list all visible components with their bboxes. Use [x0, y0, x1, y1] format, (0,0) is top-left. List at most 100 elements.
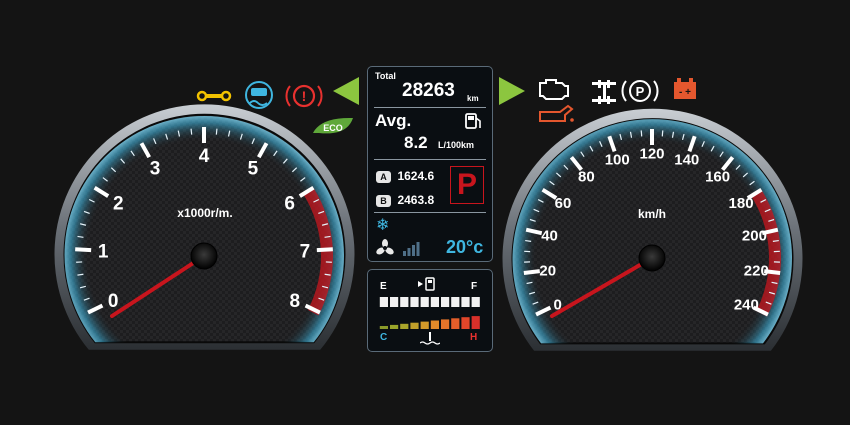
fuel-level-bar: [379, 297, 480, 307]
tick-label: 6: [284, 193, 295, 214]
fuel-pump-icon: [465, 112, 483, 135]
trip-a-badge: A: [376, 171, 391, 183]
cabin-temperature: 20°c: [446, 237, 484, 257]
coolant-temp-icon: [419, 332, 441, 351]
brake-warning-icon: !: [285, 84, 323, 108]
tachometer: 0 1 2 3 4 5 6 7 8 x1000r/m.: [54, 104, 355, 350]
average-consumption-unit: L/100km: [438, 140, 475, 150]
left-turn-signal-icon: [333, 77, 359, 105]
tick-label: 5: [248, 159, 259, 180]
tick-label: 80: [578, 168, 595, 185]
fuel-full-label: F: [471, 281, 478, 292]
fuel-segment: [451, 297, 460, 307]
temp-segment: [461, 317, 470, 329]
trip-b-badge: B: [376, 195, 391, 207]
tick-label: 4: [199, 146, 210, 167]
tick-label: 1: [98, 242, 109, 263]
trip-computer-panel: Total 28263 km Avg. 8.2 L/100km A 1624.6…: [367, 66, 493, 262]
separator: [374, 107, 486, 108]
temp-segment: [410, 322, 419, 329]
separator: [374, 159, 486, 160]
tick-label: 220: [744, 263, 769, 280]
fuel-segment: [390, 297, 399, 307]
tick-label: 60: [555, 195, 572, 212]
tick-label: 160: [705, 168, 730, 185]
trip-b-row: B 2463.8: [376, 191, 434, 209]
temp-cold-label: C: [380, 332, 388, 343]
minor-tick: [525, 239, 532, 242]
temp-segment: [430, 320, 439, 329]
tick-label: 2: [113, 193, 124, 214]
tick-label: 180: [729, 195, 754, 212]
right-turn-signal-icon: [499, 77, 525, 105]
speedometer-hub: [638, 244, 666, 272]
temp-segment: [420, 321, 429, 329]
tick-label: 7: [300, 242, 311, 263]
svg-text:ECO: ECO: [323, 123, 343, 133]
odometer-total-value: 28263: [402, 80, 455, 101]
fuel-segment: [420, 297, 429, 307]
major-tick: [75, 247, 92, 253]
fuel-segment: [430, 297, 439, 307]
minor-tick: [661, 130, 664, 137]
tick-label: 120: [639, 145, 664, 162]
four-wheel-drive-icon: [592, 80, 616, 104]
coolant-temp-bar: [379, 316, 480, 329]
temp-segment: [471, 316, 480, 329]
svg-text:P: P: [636, 84, 645, 99]
fuel-segment: [461, 297, 470, 307]
engine-check-icon: [539, 79, 569, 100]
tachometer-unit: x1000r/m.: [177, 206, 232, 220]
minor-tick: [640, 130, 643, 137]
separator: [374, 212, 486, 213]
tick-label: 0: [108, 291, 119, 312]
battery-icon: - +: [674, 78, 696, 99]
temp-hot-label: H: [470, 332, 478, 343]
tick-label: 140: [674, 151, 699, 168]
fuel-segment: [471, 297, 480, 307]
average-consumption-value: 8.2: [404, 133, 428, 152]
wrench-icon: [196, 90, 232, 102]
traction-control-icon: [245, 81, 273, 109]
average-label: Avg.: [375, 111, 412, 130]
fuel-segment: [379, 297, 388, 307]
fan-icon: [376, 239, 394, 262]
fuel-segment: [400, 297, 409, 307]
tachometer-hub: [190, 242, 218, 270]
svg-text:- +: - +: [679, 87, 691, 98]
speedometer-unit: km/h: [638, 207, 666, 221]
fuel-segment: [410, 297, 419, 307]
temp-segment: [441, 319, 450, 329]
svg-text:!: !: [302, 88, 307, 104]
fan-speed-bars: [403, 242, 423, 261]
tick-label: 40: [541, 227, 558, 244]
temp-segment: [390, 324, 399, 329]
major-tick: [316, 247, 333, 253]
trip-b-value: 2463.8: [397, 193, 435, 207]
parking-brake-icon: P: [621, 80, 659, 102]
minor-tick: [772, 239, 779, 242]
speedometer: 020406080100 120 140160180200220240 km/h: [502, 108, 803, 351]
trip-a-row: A 1624.6: [376, 167, 434, 185]
temp-segment: [379, 326, 388, 329]
tick-label: 100: [605, 151, 630, 168]
total-label: Total: [375, 71, 396, 81]
minor-tick: [215, 128, 218, 135]
oil-pressure-icon: [539, 104, 574, 122]
fuel-temp-panel: E F C H: [367, 269, 493, 352]
fuel-segment: [441, 297, 450, 307]
major-tick: [523, 269, 540, 275]
fuel-pump-small-icon: [418, 277, 440, 296]
minor-tick: [190, 128, 193, 135]
snowflake-icon: ❄: [376, 217, 390, 234]
tick-label: 3: [150, 159, 161, 180]
trip-a-value: 1624.6: [397, 169, 435, 183]
tick-label: 240: [734, 296, 759, 313]
eco-icon: ECO: [313, 117, 353, 134]
temp-segment: [451, 318, 460, 329]
tick-label: 200: [742, 227, 767, 244]
odometer-unit: km: [467, 94, 479, 103]
fuel-empty-label: E: [380, 281, 387, 292]
gear-indicator: P: [450, 166, 484, 204]
temp-segment: [400, 323, 409, 329]
